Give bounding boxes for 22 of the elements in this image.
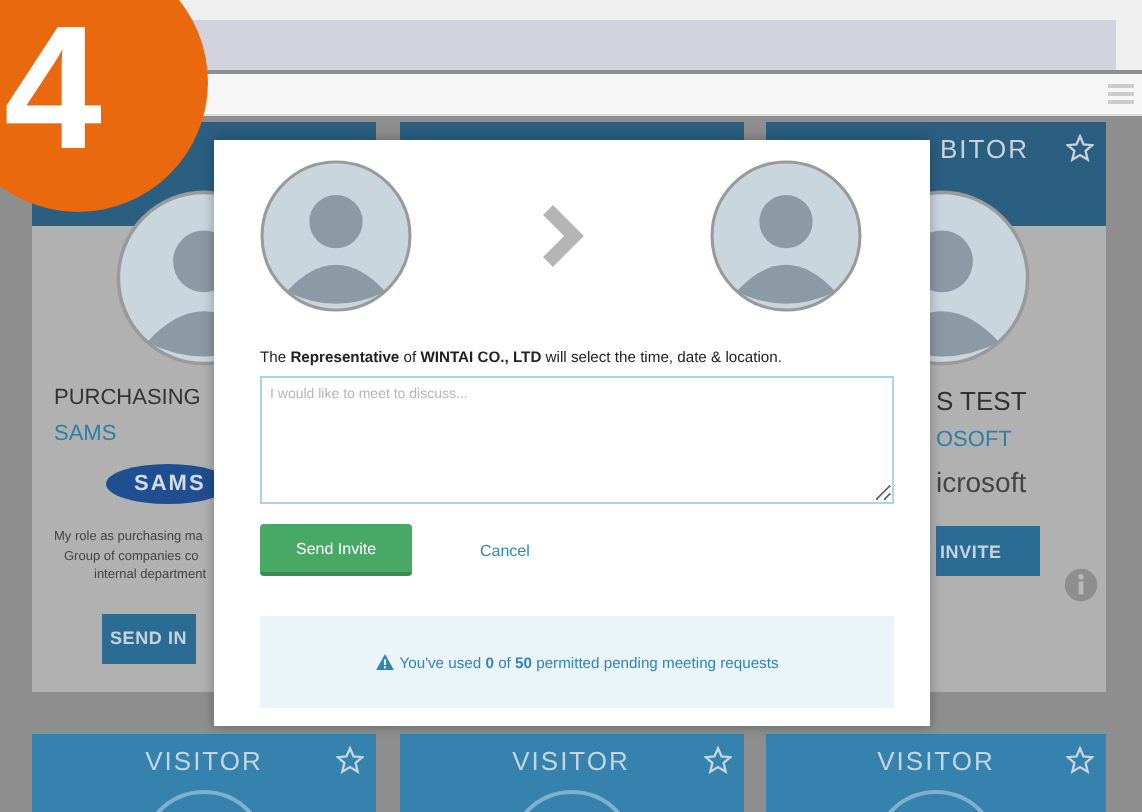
star-icon[interactable] — [336, 746, 364, 774]
person-name: S TEST — [936, 386, 1027, 416]
chevron-right-icon — [539, 204, 583, 268]
company-logo: icrosoft — [936, 466, 1027, 498]
card-title: VISITOR — [877, 746, 995, 776]
send-invite-button[interactable]: Send Invite — [260, 524, 412, 576]
star-icon[interactable] — [703, 746, 731, 774]
card-title: VISITOR — [145, 746, 263, 776]
star-icon[interactable] — [1065, 134, 1093, 162]
star-icon[interactable] — [1066, 746, 1094, 774]
invite-button[interactable]: INVITE — [936, 526, 1040, 576]
send-invite-button[interactable]: SEND IN — [102, 613, 196, 663]
person-title: PURCHASING — [54, 386, 201, 410]
card-title: VISITOR — [512, 746, 630, 776]
warning-icon — [375, 654, 394, 670]
step-badge: 4 — [0, 0, 208, 212]
info-icon[interactable] — [1064, 568, 1098, 602]
menu-icon[interactable] — [1108, 84, 1134, 104]
cancel-link[interactable]: Cancel — [480, 541, 530, 559]
company-name: SAMS — [54, 422, 117, 446]
company-name: OSOFT — [936, 428, 1012, 452]
card-title: BITOR — [940, 134, 1029, 166]
